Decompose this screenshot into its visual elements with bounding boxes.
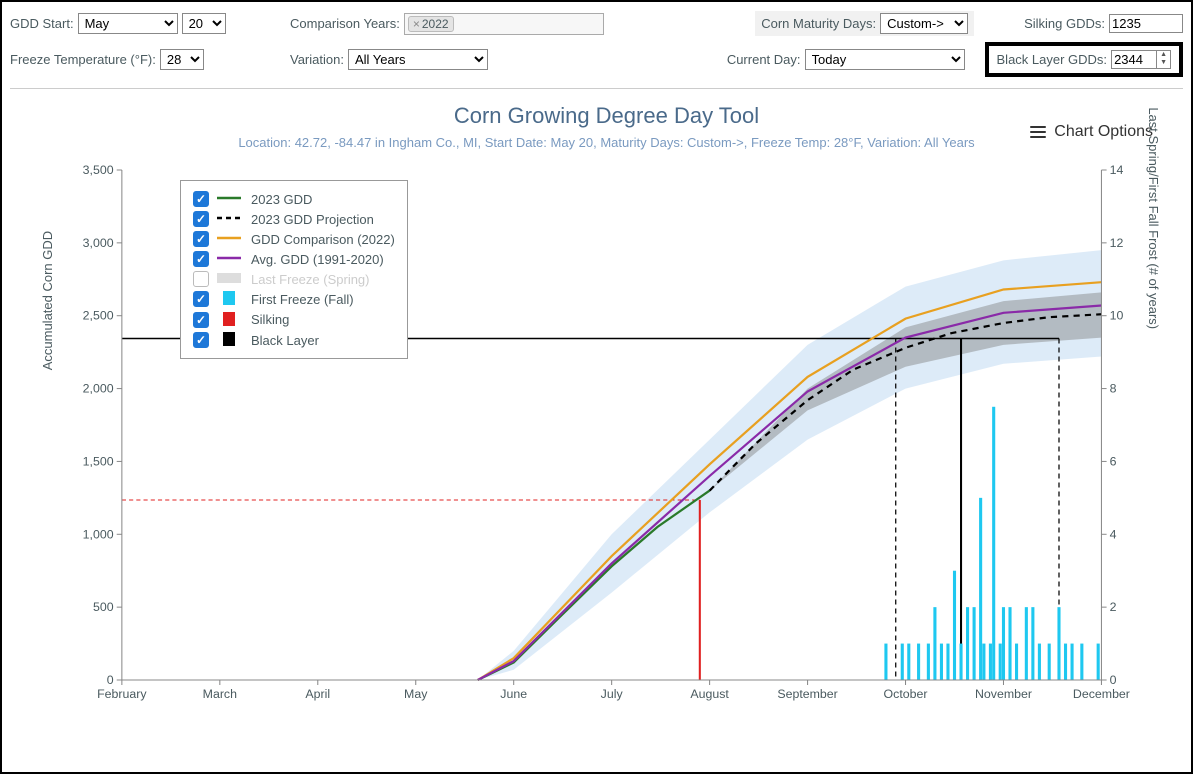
hamburger-icon [1030, 123, 1046, 141]
svg-text:8: 8 [1110, 382, 1117, 396]
silking-gdds-input[interactable] [1109, 14, 1183, 33]
chart-options-button[interactable]: Chart Options [1030, 123, 1153, 141]
legend: ✓2023 GDD ✓2023 GDD Projection ✓GDD Comp… [180, 180, 408, 359]
svg-text:March: March [203, 687, 237, 701]
checkbox-icon[interactable]: ✓ [193, 291, 209, 307]
svg-text:June: June [500, 687, 527, 701]
gdd-start-month-select[interactable]: May [78, 13, 178, 34]
chart-options-label: Chart Options [1054, 123, 1153, 141]
svg-text:December: December [1073, 687, 1130, 701]
variation-label: Variation: [290, 52, 344, 67]
y-axis-right-label: Last Spring/First Fall Frost (# of years… [1146, 107, 1161, 329]
svg-text:10: 10 [1110, 309, 1124, 323]
checkbox-icon[interactable]: ✓ [193, 231, 209, 247]
svg-text:August: August [690, 687, 729, 701]
checkbox-icon[interactable]: ✓ [193, 251, 209, 267]
maturity-days-select[interactable]: Custom-> [880, 13, 968, 34]
legend-item-2023-gdd[interactable]: ✓2023 GDD [193, 189, 395, 209]
svg-text:September: September [777, 687, 837, 701]
svg-text:2,500: 2,500 [83, 309, 114, 323]
svg-text:May: May [404, 687, 428, 701]
checkbox-icon[interactable]: ✓ [193, 312, 209, 328]
divider [10, 88, 1183, 89]
chart-subtitle: Location: 42.72, -84.47 in Ingham Co., M… [60, 135, 1153, 150]
black-layer-gdds-label: Black Layer GDDs: [997, 52, 1108, 67]
svg-text:October: October [884, 687, 928, 701]
checkbox-icon[interactable]: ✓ [193, 211, 209, 227]
svg-text:1,500: 1,500 [83, 455, 114, 469]
svg-text:6: 6 [1110, 455, 1117, 469]
checkbox-icon[interactable]: ✓ [193, 191, 209, 207]
freeze-temp-select[interactable]: 28 [160, 49, 204, 70]
svg-text:April: April [305, 687, 330, 701]
y-axis-left-label: Accumulated Corn GDD [40, 231, 55, 370]
svg-text:4: 4 [1110, 527, 1117, 541]
legend-item-2023-projection[interactable]: ✓2023 GDD Projection [193, 209, 395, 229]
checkbox-icon[interactable]: ✓ [193, 332, 209, 348]
svg-text:500: 500 [93, 600, 114, 614]
svg-text:November: November [975, 687, 1032, 701]
legend-item-avg-gdd[interactable]: ✓Avg. GDD (1991-2020) [193, 249, 395, 269]
svg-text:1,000: 1,000 [83, 527, 114, 541]
svg-text:12: 12 [1110, 236, 1124, 250]
spinner-up-icon[interactable]: ▲ [1157, 51, 1170, 59]
svg-text:2: 2 [1110, 600, 1117, 614]
svg-text:July: July [601, 687, 624, 701]
variation-select[interactable]: All Years [348, 49, 488, 70]
svg-text:14: 14 [1110, 163, 1124, 177]
gdd-start-label: GDD Start: [10, 16, 74, 31]
legend-item-comparison-2022[interactable]: ✓GDD Comparison (2022) [193, 229, 395, 249]
comparison-years-label: Comparison Years: [290, 16, 400, 31]
black-layer-gdds-input[interactable] [1112, 51, 1156, 68]
legend-item-silking[interactable]: ✓Silking [193, 310, 395, 330]
svg-text:0: 0 [107, 673, 114, 687]
svg-text:0: 0 [1110, 673, 1117, 687]
comparison-years-input[interactable]: 2022 [404, 13, 604, 35]
svg-text:3,000: 3,000 [83, 236, 114, 250]
spinner-down-icon[interactable]: ▼ [1157, 59, 1170, 67]
svg-text:February: February [97, 687, 147, 701]
comparison-year-tag[interactable]: 2022 [408, 16, 454, 32]
legend-item-black-layer[interactable]: ✓Black Layer [193, 330, 395, 350]
chart-title: Corn Growing Degree Day Tool [60, 103, 1153, 129]
maturity-days-label: Corn Maturity Days: [761, 16, 876, 31]
gdd-start-day-select[interactable]: 20 [182, 13, 226, 34]
silking-gdds-label: Silking GDDs: [1024, 16, 1105, 31]
svg-text:2,000: 2,000 [83, 382, 114, 396]
legend-item-first-freeze[interactable]: ✓First Freeze (Fall) [193, 289, 395, 309]
freeze-temp-label: Freeze Temperature (°F): [10, 52, 156, 67]
current-day-select[interactable]: Today [805, 49, 965, 70]
black-layer-highlight: Black Layer GDDs: ▲ ▼ [985, 42, 1183, 77]
legend-item-last-freeze[interactable]: ✓Last Freeze (Spring) [193, 269, 395, 289]
current-day-label: Current Day: [727, 52, 801, 67]
checkbox-icon[interactable]: ✓ [193, 271, 209, 287]
black-layer-gdds-spinner[interactable]: ▲ ▼ [1111, 50, 1171, 69]
svg-text:3,500: 3,500 [83, 163, 114, 177]
